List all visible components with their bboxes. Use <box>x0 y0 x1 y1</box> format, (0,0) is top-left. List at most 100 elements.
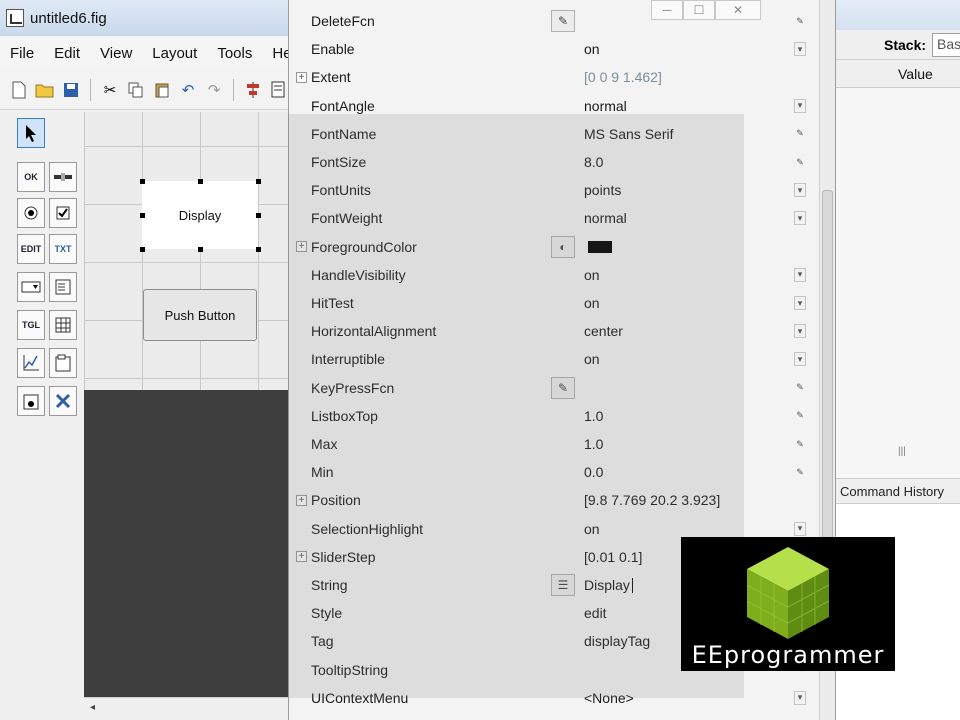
edit-pencil-icon[interactable]: ✎ <box>794 155 806 169</box>
dropdown-arrow-icon[interactable]: ▾ <box>794 352 806 367</box>
static-text-tool[interactable]: TXT <box>49 234 77 264</box>
push-button-control[interactable]: Push Button <box>143 289 257 341</box>
property-value[interactable]: 1.0 <box>584 436 603 452</box>
menu-view[interactable]: View <box>100 45 132 62</box>
undo-icon[interactable]: ↶ <box>177 79 199 101</box>
resize-handle[interactable] <box>140 213 145 218</box>
property-value[interactable]: MS Sans Serif <box>584 126 673 142</box>
axes-tool[interactable] <box>17 348 45 378</box>
dropdown-arrow-icon[interactable]: ▾ <box>794 183 806 198</box>
menu-tools[interactable]: Tools <box>217 45 252 62</box>
property-row[interactable]: HandleVisibility on ▾ <box>289 261 821 289</box>
menu-editor-icon[interactable] <box>268 79 290 101</box>
property-row[interactable]: HitTest on ▾ <box>289 289 821 317</box>
command-history-header[interactable]: Command History <box>836 478 960 504</box>
property-value[interactable]: 0.0 <box>584 464 603 480</box>
dropdown-arrow-icon[interactable]: ▾ <box>794 267 806 282</box>
dropdown-arrow-icon[interactable]: ▾ <box>794 324 806 339</box>
expand-toggle-icon[interactable]: + <box>296 241 307 253</box>
property-row[interactable]: DeleteFcn ✎ ✎ <box>289 7 821 35</box>
menu-layout[interactable]: Layout <box>152 45 197 62</box>
resize-handle[interactable] <box>140 247 145 252</box>
expand-toggle-icon[interactable]: + <box>296 71 307 83</box>
string-editor-icon[interactable]: ☰ <box>551 574 575 597</box>
edit-pencil-icon[interactable]: ✎ <box>794 437 806 451</box>
property-row[interactable]: FontName MS Sans Serif ✎ <box>289 120 821 148</box>
value-column-header[interactable]: Value <box>836 66 933 82</box>
color-picker-icon[interactable]: ◐ <box>551 235 575 258</box>
layout-canvas[interactable] <box>84 112 300 390</box>
color-swatch[interactable] <box>588 240 612 253</box>
property-row[interactable]: UIContextMenu <None> ▾ <box>289 684 821 712</box>
property-row[interactable]: FontWeight normal ▾ <box>289 204 821 232</box>
menu-edit[interactable]: Edit <box>54 45 80 62</box>
panel-tool[interactable] <box>49 348 77 378</box>
edit-text-tool[interactable]: EDIT <box>17 234 45 264</box>
horizontal-scrollbar[interactable]: ◂ <box>84 697 300 720</box>
popup-menu-tool[interactable] <box>17 272 45 302</box>
edit-pencil-icon[interactable]: ✎ <box>794 381 806 395</box>
resize-handle[interactable] <box>140 179 145 184</box>
property-value[interactable]: edit <box>584 605 607 621</box>
edit-pencil-icon[interactable]: ✎ <box>794 465 806 479</box>
property-row[interactable]: Interruptible on ▾ <box>289 345 821 373</box>
resize-handle[interactable] <box>256 247 261 252</box>
property-row[interactable]: + Extent [0 0 9 1.462] <box>289 63 821 91</box>
dropdown-arrow-icon[interactable]: ▾ <box>794 521 806 536</box>
table-tool[interactable] <box>49 310 77 340</box>
edit-pencil-icon[interactable]: ✎ <box>794 14 806 28</box>
checkbox-tool[interactable] <box>49 198 77 228</box>
property-row[interactable]: HorizontalAlignment center ▾ <box>289 317 821 345</box>
edit-pencil-icon[interactable]: ✎ <box>794 127 806 141</box>
splitter-grip[interactable]: ||| <box>898 446 906 457</box>
property-row[interactable]: KeyPressFcn ✎ ✎ <box>289 374 821 402</box>
property-row[interactable]: Min 0.0 ✎ <box>289 458 821 486</box>
property-value[interactable]: Display <box>584 577 630 593</box>
property-value[interactable]: normal <box>584 210 627 226</box>
property-value[interactable]: on <box>584 267 600 283</box>
align-objects-icon[interactable] <box>242 79 264 101</box>
property-value[interactable]: on <box>584 521 600 537</box>
listbox-tool[interactable] <box>49 272 77 302</box>
property-row[interactable]: FontAngle normal ▾ <box>289 92 821 120</box>
button-group-tool[interactable] <box>17 386 45 416</box>
property-row[interactable]: + ForegroundColor ◐ <box>289 233 821 261</box>
save-icon[interactable] <box>60 79 82 101</box>
property-value[interactable]: center <box>584 323 623 339</box>
guide-titlebar[interactable]: untitled6.fig <box>0 0 300 36</box>
resize-handle[interactable] <box>198 179 203 184</box>
property-row[interactable]: Max 1.0 ✎ <box>289 430 821 458</box>
property-value[interactable]: points <box>584 182 621 198</box>
property-value[interactable]: displayTag <box>584 633 650 649</box>
property-value[interactable]: [9.8 7.769 20.2 3.923] <box>584 492 720 508</box>
edit-pencil-icon[interactable]: ✎ <box>794 409 806 423</box>
property-value[interactable]: 8.0 <box>584 154 603 170</box>
property-row[interactable]: Enable on ▾ <box>289 35 821 63</box>
select-tool-button[interactable] <box>17 118 45 148</box>
property-value[interactable]: [0.01 0.1] <box>584 549 642 565</box>
callback-editor-icon[interactable]: ✎ <box>551 376 575 399</box>
radiobutton-tool[interactable] <box>17 198 45 228</box>
cut-icon[interactable]: ✂ <box>99 79 121 101</box>
dropdown-arrow-icon[interactable]: ▾ <box>794 98 806 113</box>
resize-handle[interactable] <box>198 247 203 252</box>
callback-editor-icon[interactable]: ✎ <box>551 10 575 33</box>
dropdown-arrow-icon[interactable]: ▾ <box>794 296 806 311</box>
new-file-icon[interactable] <box>8 79 30 101</box>
pushbutton-tool[interactable]: OK <box>17 162 45 192</box>
property-value[interactable]: on <box>584 41 600 57</box>
activex-tool[interactable] <box>49 386 77 416</box>
stack-select[interactable]: Base <box>932 32 960 57</box>
property-row[interactable]: FontUnits points ▾ <box>289 176 821 204</box>
property-value[interactable]: 1.0 <box>584 408 603 424</box>
redo-icon[interactable]: ↷ <box>203 79 225 101</box>
toggle-button-tool[interactable]: TGL <box>17 310 45 340</box>
scroll-left-icon[interactable]: ◂ <box>90 702 95 713</box>
display-edit-control[interactable]: Display <box>142 181 258 249</box>
property-value[interactable]: normal <box>584 98 627 114</box>
property-row[interactable]: ListboxTop 1.0 ✎ <box>289 402 821 430</box>
property-row[interactable]: FontSize 8.0 ✎ <box>289 148 821 176</box>
property-value[interactable]: on <box>584 295 600 311</box>
property-value[interactable]: <None> <box>584 690 634 706</box>
expand-toggle-icon[interactable]: + <box>296 494 307 506</box>
